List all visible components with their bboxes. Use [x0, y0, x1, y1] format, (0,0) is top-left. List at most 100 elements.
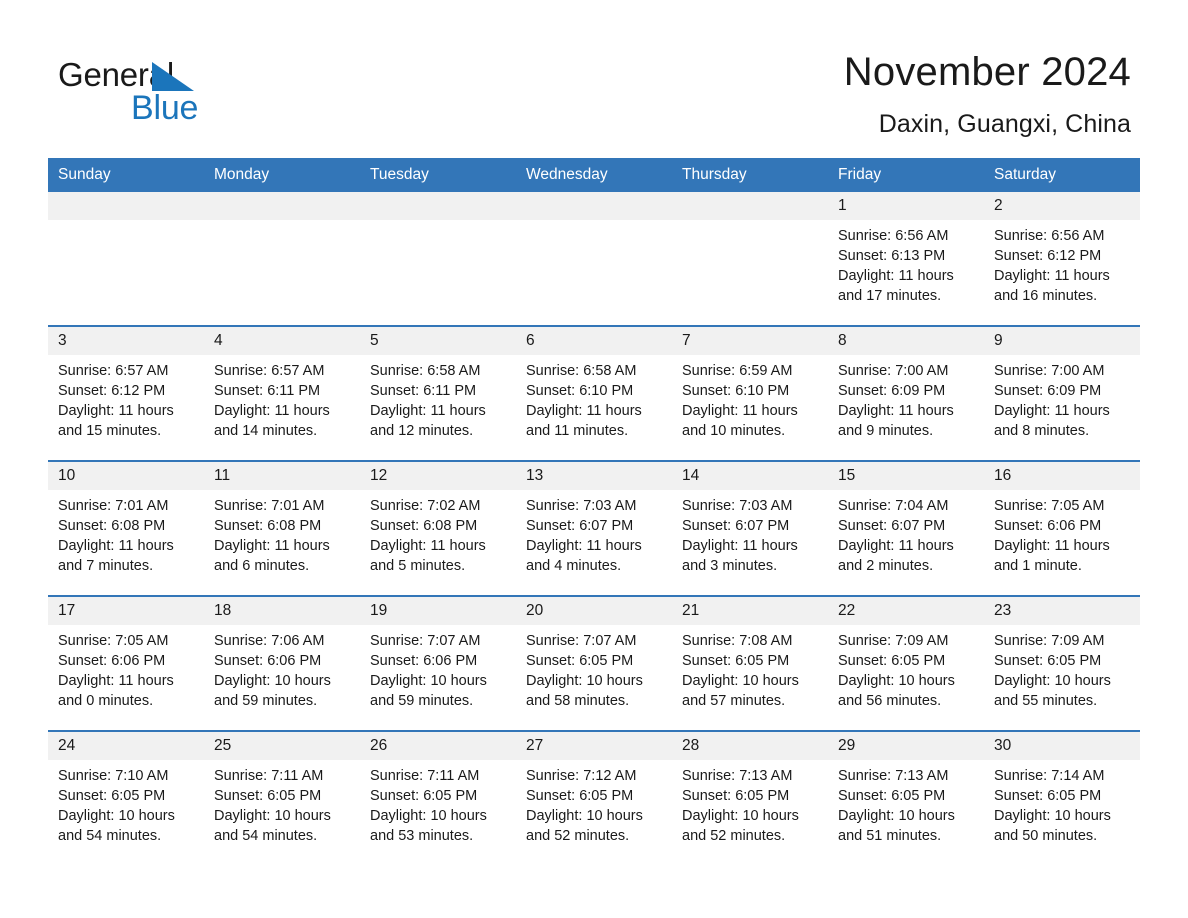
calendar-day-cell[interactable]: 29 Sunrise: 7:13 AM Sunset: 6:05 PM Dayligh… [828, 730, 984, 865]
calendar-day-cell[interactable]: 18 Sunrise: 7:06 AM Sunset: 6:06 PM Dayligh… [204, 595, 360, 731]
calendar-day-cell[interactable]: 19 Sunrise: 7:07 AM Sunset: 6:06 PM Dayligh… [360, 595, 516, 731]
daylight-text: Daylight: 10 hours and 53 minutes. [370, 808, 487, 844]
day-sun-info: Sunrise: 7:10 AM Sunset: 6:05 PM Daylight:… [48, 760, 204, 846]
sunset-text: Sunset: 6:12 PM [58, 383, 166, 399]
calendar-day-cell[interactable]: 14 Sunrise: 7:03 AM Sunset: 6:07 PM Dayligh… [672, 460, 828, 596]
calendar-week-row: 1 Sunrise: 6:56 AM Sunset: 6:13 PM Daylight… [48, 192, 1140, 326]
sunrise-text: Sunrise: 7:06 AM [214, 633, 325, 649]
sunset-text: Sunset: 6:05 PM [526, 653, 634, 669]
day-cell-content: 13 Sunrise: 7:03 AM Sunset: 6:07 PM Dayligh… [516, 462, 672, 595]
daylight-text: Daylight: 10 hours and 51 minutes. [838, 808, 955, 844]
day-sun-info: Sunrise: 7:13 AM Sunset: 6:05 PM Daylight:… [828, 760, 984, 846]
day-number: 21 [672, 597, 828, 625]
page-header: General Blue November 2024 Daxin, Guangx… [0, 0, 1188, 158]
daylight-text: Daylight: 11 hours and 8 minutes. [994, 403, 1110, 439]
day-sun-info: Sunrise: 7:00 AM Sunset: 6:09 PM Daylight:… [828, 355, 984, 441]
day-number: 13 [516, 462, 672, 490]
sunset-text: Sunset: 6:10 PM [526, 383, 634, 399]
day-cell-content: 17 Sunrise: 7:05 AM Sunset: 6:06 PM Dayligh… [48, 597, 204, 730]
calendar-day-cell[interactable]: 13 Sunrise: 7:03 AM Sunset: 6:07 PM Dayligh… [516, 460, 672, 596]
daylight-text: Daylight: 11 hours and 6 minutes. [214, 538, 330, 574]
day-number: 24 [48, 732, 204, 760]
day-cell-content: 24 Sunrise: 7:10 AM Sunset: 6:05 PM Dayligh… [48, 732, 204, 865]
sunrise-text: Sunrise: 7:11 AM [370, 768, 480, 784]
sunrise-text: Sunrise: 7:13 AM [682, 768, 793, 784]
day-cell-content [672, 192, 828, 325]
sunrise-text: Sunrise: 7:05 AM [58, 633, 169, 649]
day-number [516, 192, 672, 220]
day-cell-content: 10 Sunrise: 7:01 AM Sunset: 6:08 PM Dayligh… [48, 462, 204, 595]
calendar-day-cell[interactable]: 8 Sunrise: 7:00 AM Sunset: 6:09 PM Daylight… [828, 325, 984, 461]
day-cell-content: 12 Sunrise: 7:02 AM Sunset: 6:08 PM Dayligh… [360, 462, 516, 595]
day-number: 16 [984, 462, 1140, 490]
calendar-day-cell[interactable]: 26 Sunrise: 7:11 AM Sunset: 6:05 PM Dayligh… [360, 730, 516, 865]
sunset-text: Sunset: 6:08 PM [58, 518, 166, 534]
sunrise-text: Sunrise: 6:56 AM [994, 228, 1105, 244]
day-cell-content [204, 192, 360, 325]
calendar-day-cell[interactable]: 22 Sunrise: 7:09 AM Sunset: 6:05 PM Dayligh… [828, 595, 984, 731]
weekday-header-saturday: Saturday [984, 158, 1140, 192]
day-number: 11 [204, 462, 360, 490]
calendar-day-cell[interactable]: 10 Sunrise: 7:01 AM Sunset: 6:08 PM Dayligh… [48, 460, 204, 596]
calendar-day-cell[interactable]: 1 Sunrise: 6:56 AM Sunset: 6:13 PM Daylight… [828, 192, 984, 326]
calendar-day-cell[interactable]: 20 Sunrise: 7:07 AM Sunset: 6:05 PM Dayligh… [516, 595, 672, 731]
general-blue-logo[interactable]: General Blue [58, 57, 378, 129]
calendar-day-cell[interactable]: 6 Sunrise: 6:58 AM Sunset: 6:10 PM Daylight… [516, 325, 672, 461]
sunrise-text: Sunrise: 7:08 AM [682, 633, 793, 649]
calendar-day-cell[interactable]: 7 Sunrise: 6:59 AM Sunset: 6:10 PM Daylight… [672, 325, 828, 461]
sunset-text: Sunset: 6:07 PM [682, 518, 790, 534]
calendar-day-cell[interactable]: 15 Sunrise: 7:04 AM Sunset: 6:07 PM Dayligh… [828, 460, 984, 596]
calendar-day-cell[interactable]: 23 Sunrise: 7:09 AM Sunset: 6:05 PM Dayligh… [984, 595, 1140, 731]
calendar-day-cell[interactable]: 21 Sunrise: 7:08 AM Sunset: 6:05 PM Dayligh… [672, 595, 828, 731]
calendar-day-cell[interactable]: 2 Sunrise: 6:56 AM Sunset: 6:12 PM Daylight… [984, 192, 1140, 326]
daylight-text: Daylight: 11 hours and 1 minute. [994, 538, 1110, 574]
day-sun-info: Sunrise: 7:03 AM Sunset: 6:07 PM Daylight:… [672, 490, 828, 576]
day-cell-content: 9 Sunrise: 7:00 AM Sunset: 6:09 PM Daylight… [984, 327, 1140, 460]
calendar-week-row: 10 Sunrise: 7:01 AM Sunset: 6:08 PM Dayligh… [48, 460, 1140, 596]
calendar-day-cell[interactable]: 30 Sunrise: 7:14 AM Sunset: 6:05 PM Dayligh… [984, 730, 1140, 865]
sunset-text: Sunset: 6:11 PM [370, 383, 477, 399]
calendar-day-cell[interactable]: 27 Sunrise: 7:12 AM Sunset: 6:05 PM Dayligh… [516, 730, 672, 865]
daylight-text: Daylight: 11 hours and 7 minutes. [58, 538, 174, 574]
sunrise-text: Sunrise: 6:59 AM [682, 363, 793, 379]
sunrise-text: Sunrise: 7:10 AM [58, 768, 169, 784]
calendar-day-cell-empty [48, 192, 204, 326]
day-sun-info: Sunrise: 7:12 AM Sunset: 6:05 PM Daylight:… [516, 760, 672, 846]
sunrise-text: Sunrise: 7:09 AM [838, 633, 949, 649]
calendar-day-cell[interactable]: 28 Sunrise: 7:13 AM Sunset: 6:05 PM Dayligh… [672, 730, 828, 865]
sunset-text: Sunset: 6:06 PM [58, 653, 166, 669]
daylight-text: Daylight: 11 hours and 5 minutes. [370, 538, 486, 574]
calendar-day-cell[interactable]: 17 Sunrise: 7:05 AM Sunset: 6:06 PM Dayligh… [48, 595, 204, 731]
daylight-text: Daylight: 11 hours and 2 minutes. [838, 538, 954, 574]
calendar-day-cell[interactable]: 5 Sunrise: 6:58 AM Sunset: 6:11 PM Daylight… [360, 325, 516, 461]
day-sun-info: Sunrise: 7:07 AM Sunset: 6:05 PM Daylight:… [516, 625, 672, 711]
calendar-day-cell[interactable]: 25 Sunrise: 7:11 AM Sunset: 6:05 PM Dayligh… [204, 730, 360, 865]
sunrise-text: Sunrise: 7:07 AM [370, 633, 481, 649]
sunset-text: Sunset: 6:05 PM [682, 788, 790, 804]
day-sun-info: Sunrise: 7:01 AM Sunset: 6:08 PM Daylight:… [204, 490, 360, 576]
calendar-day-cell[interactable]: 16 Sunrise: 7:05 AM Sunset: 6:06 PM Dayligh… [984, 460, 1140, 596]
calendar-day-cell[interactable]: 24 Sunrise: 7:10 AM Sunset: 6:05 PM Dayligh… [48, 730, 204, 865]
daylight-text: Daylight: 11 hours and 11 minutes. [526, 403, 642, 439]
calendar-day-cell[interactable]: 11 Sunrise: 7:01 AM Sunset: 6:08 PM Dayligh… [204, 460, 360, 596]
day-sun-info: Sunrise: 6:56 AM Sunset: 6:12 PM Daylight:… [984, 220, 1140, 306]
day-number: 7 [672, 327, 828, 355]
weekday-header-sunday: Sunday [48, 158, 204, 192]
calendar-day-cell[interactable]: 4 Sunrise: 6:57 AM Sunset: 6:11 PM Daylight… [204, 325, 360, 461]
sunset-text: Sunset: 6:08 PM [370, 518, 478, 534]
weekday-header-friday: Friday [828, 158, 984, 192]
sunset-text: Sunset: 6:08 PM [214, 518, 322, 534]
daylight-text: Daylight: 10 hours and 57 minutes. [682, 673, 799, 709]
day-sun-info: Sunrise: 6:57 AM Sunset: 6:11 PM Daylight:… [204, 355, 360, 441]
day-number [204, 192, 360, 220]
day-cell-content: 18 Sunrise: 7:06 AM Sunset: 6:06 PM Dayligh… [204, 597, 360, 730]
calendar-day-cell[interactable]: 9 Sunrise: 7:00 AM Sunset: 6:09 PM Daylight… [984, 325, 1140, 461]
calendar-day-cell[interactable]: 12 Sunrise: 7:02 AM Sunset: 6:08 PM Dayligh… [360, 460, 516, 596]
day-number: 28 [672, 732, 828, 760]
day-sun-info: Sunrise: 7:05 AM Sunset: 6:06 PM Daylight:… [48, 625, 204, 711]
day-number: 26 [360, 732, 516, 760]
sunrise-text: Sunrise: 7:14 AM [994, 768, 1105, 784]
sunrise-text: Sunrise: 6:58 AM [526, 363, 637, 379]
calendar-day-cell[interactable]: 3 Sunrise: 6:57 AM Sunset: 6:12 PM Daylight… [48, 325, 204, 461]
day-cell-content: 21 Sunrise: 7:08 AM Sunset: 6:05 PM Dayligh… [672, 597, 828, 730]
